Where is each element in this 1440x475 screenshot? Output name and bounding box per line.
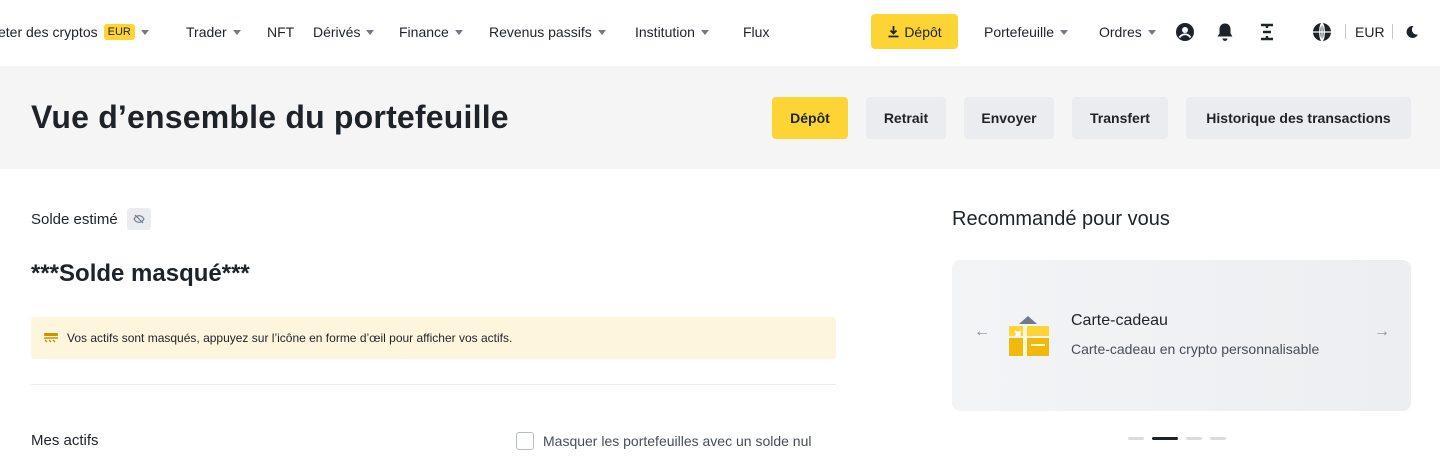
chevron-down-icon — [597, 29, 606, 35]
nav-buy-crypto-label: eter des cryptos — [0, 24, 98, 40]
chevron-down-icon — [232, 29, 241, 35]
chevron-down-icon — [454, 29, 463, 35]
estimated-balance-text: Solde estimé — [31, 210, 118, 228]
carousel-dot[interactable] — [1210, 437, 1226, 440]
recommended-heading: Recommandé pour vous — [952, 208, 1170, 230]
nav-buy-crypto[interactable]: eter des cryptos EUR — [0, 22, 149, 42]
download-icon — [887, 25, 900, 38]
bell-icon[interactable] — [1215, 22, 1235, 42]
globe-icon[interactable] — [1312, 22, 1332, 42]
currency-selector[interactable]: EUR — [1355, 22, 1385, 42]
nav-flux[interactable]: Flux — [743, 22, 769, 42]
carousel-dot[interactable] — [1186, 437, 1202, 440]
gift-card-icon — [1007, 314, 1049, 356]
nav-revenus-label: Revenus passifs — [489, 24, 592, 40]
chevron-down-icon — [366, 29, 375, 35]
chevron-down-icon — [1060, 29, 1069, 35]
page-title: Vue d’ensemble du portefeuille — [31, 99, 509, 135]
currency-label: EUR — [1355, 24, 1385, 40]
eye-hidden-icon — [43, 332, 59, 344]
estimated-balance-label: Solde estimé — [31, 208, 151, 230]
chevron-down-icon — [1147, 29, 1156, 35]
hidden-balance-value: ***Solde masqué*** — [31, 260, 250, 287]
carousel-dot[interactable] — [1128, 437, 1144, 440]
nav-nft[interactable]: NFT — [267, 22, 294, 42]
nav-ordres-label: Ordres — [1099, 24, 1142, 40]
divider — [1345, 24, 1346, 39]
nav-finance[interactable]: Finance — [399, 22, 463, 42]
nav-ordres[interactable]: Ordres — [1099, 22, 1156, 42]
transaction-history-button[interactable]: Historique des transactions — [1186, 97, 1411, 139]
arrow-right-icon[interactable]: → — [1374, 323, 1390, 341]
deposit-button[interactable]: Dépôt — [772, 97, 848, 139]
nav-finance-label: Finance — [399, 24, 449, 40]
chevron-down-icon — [700, 29, 709, 35]
my-assets-heading: Mes actifs — [31, 432, 99, 449]
nav-portefeuille[interactable]: Portefeuille — [984, 22, 1069, 42]
transfer-button[interactable]: Transfert — [1072, 97, 1168, 139]
hide-zero-balance-checkbox[interactable] — [516, 432, 534, 450]
gift-card-title: Carte-cadeau — [1071, 312, 1168, 329]
top-deposit-button[interactable]: Dépôt — [871, 14, 958, 49]
assets-hidden-notice: Vos actifs sont masqués, appuyez sur l’i… — [31, 317, 836, 359]
hide-zero-balance-toggle[interactable]: Masquer les portefeuilles avec un solde … — [516, 432, 812, 450]
nav-revenus-passifs[interactable]: Revenus passifs — [489, 22, 606, 42]
divider — [1392, 24, 1393, 39]
nav-institution[interactable]: Institution — [635, 22, 709, 42]
gift-card-subtitle: Carte-cadeau en crypto personnalisable — [1071, 341, 1320, 357]
top-navigation: eter des cryptos EUR Trader NFT Dérivés … — [0, 0, 1440, 64]
carousel-pagination — [1128, 437, 1226, 440]
nav-flux-label: Flux — [743, 24, 770, 40]
nav-derives[interactable]: Dérivés — [313, 22, 375, 42]
section-divider — [31, 384, 836, 385]
nav-derives-label: Dérivés — [313, 24, 361, 40]
hide-zero-balance-label: Masquer les portefeuilles avec un solde … — [543, 433, 812, 449]
nav-trader[interactable]: Trader — [186, 22, 241, 42]
withdraw-button[interactable]: Retrait — [866, 97, 946, 139]
eye-slash-icon[interactable] — [126, 208, 151, 230]
moon-icon[interactable] — [1402, 22, 1422, 42]
nav-trader-label: Trader — [186, 24, 227, 40]
notice-text: Vos actifs sont masqués, appuyez sur l’i… — [67, 331, 513, 345]
carousel-dot-active[interactable] — [1152, 437, 1178, 440]
nav-nft-label: NFT — [267, 24, 295, 40]
nav-institution-label: Institution — [635, 24, 695, 40]
arrow-left-icon[interactable]: ← — [974, 323, 990, 341]
currency-badge: EUR — [103, 24, 135, 40]
send-button[interactable]: Envoyer — [964, 97, 1054, 139]
user-icon[interactable] — [1175, 22, 1195, 42]
nav-portefeuille-label: Portefeuille — [984, 24, 1055, 40]
chevron-down-icon — [140, 29, 149, 35]
top-deposit-label: Dépôt — [904, 23, 942, 40]
download-app-icon[interactable] — [1257, 22, 1277, 42]
